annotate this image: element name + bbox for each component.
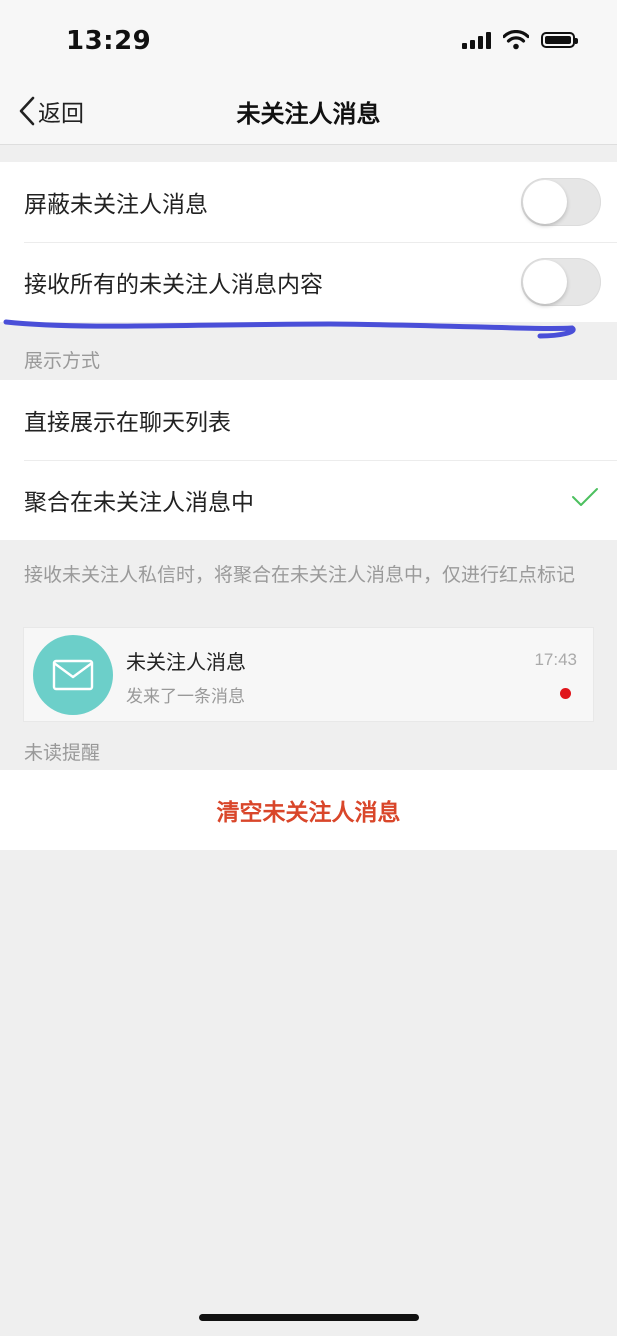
option-show-in-chat-list[interactable]: 直接展示在聊天列表: [0, 380, 617, 460]
receive-all-label: 接收所有的未关注人消息内容: [24, 272, 323, 298]
toggle-settings-card: 屏蔽未关注人消息 接收所有的未关注人消息内容: [0, 162, 617, 322]
block-messages-toggle[interactable]: [521, 178, 601, 226]
option-aggregate[interactable]: 聚合在未关注人消息中: [0, 460, 617, 540]
navigation-bar: 返回 未关注人消息: [0, 82, 617, 145]
home-indicator: [199, 1314, 419, 1321]
toggle-knob: [523, 260, 567, 304]
receive-all-row: 接收所有的未关注人消息内容: [0, 242, 617, 322]
receive-all-toggle[interactable]: [521, 258, 601, 306]
envelope-icon: [52, 659, 94, 691]
block-messages-row: 屏蔽未关注人消息: [0, 162, 617, 242]
unread-section-header: 未读提醒: [24, 742, 101, 764]
avatar: [33, 635, 113, 715]
unread-dot: [560, 688, 571, 699]
preview-time: 17:43: [534, 650, 577, 669]
cellular-signal-icon: [462, 31, 491, 49]
option-label: 聚合在未关注人消息中: [24, 490, 254, 516]
status-bar: 13:29: [0, 0, 617, 82]
clear-messages-label: 清空未关注人消息: [216, 800, 401, 826]
option-label: 直接展示在聊天列表: [24, 410, 231, 436]
block-messages-label: 屏蔽未关注人消息: [24, 192, 208, 218]
status-time: 13:29: [66, 26, 152, 56]
clear-messages-button[interactable]: 清空未关注人消息: [0, 770, 617, 850]
battery-icon: [541, 32, 578, 48]
preview-subtitle: 发来了一条消息: [126, 687, 245, 707]
display-options-card: 直接展示在聊天列表 聚合在未关注人消息中: [0, 380, 617, 540]
display-note: 接收未关注人私信时，将聚合在未关注人消息中，仅进行红点标记: [24, 564, 576, 586]
wifi-icon: [503, 30, 529, 50]
preview-conversation: 未关注人消息 17:43 发来了一条消息: [23, 627, 594, 722]
page-title: 未关注人消息: [236, 100, 381, 128]
toggle-knob: [523, 180, 567, 224]
preview-name: 未关注人消息: [126, 650, 246, 674]
status-icons: [462, 30, 578, 50]
display-section-header: 展示方式: [24, 350, 101, 372]
checkmark-icon: [572, 488, 598, 506]
